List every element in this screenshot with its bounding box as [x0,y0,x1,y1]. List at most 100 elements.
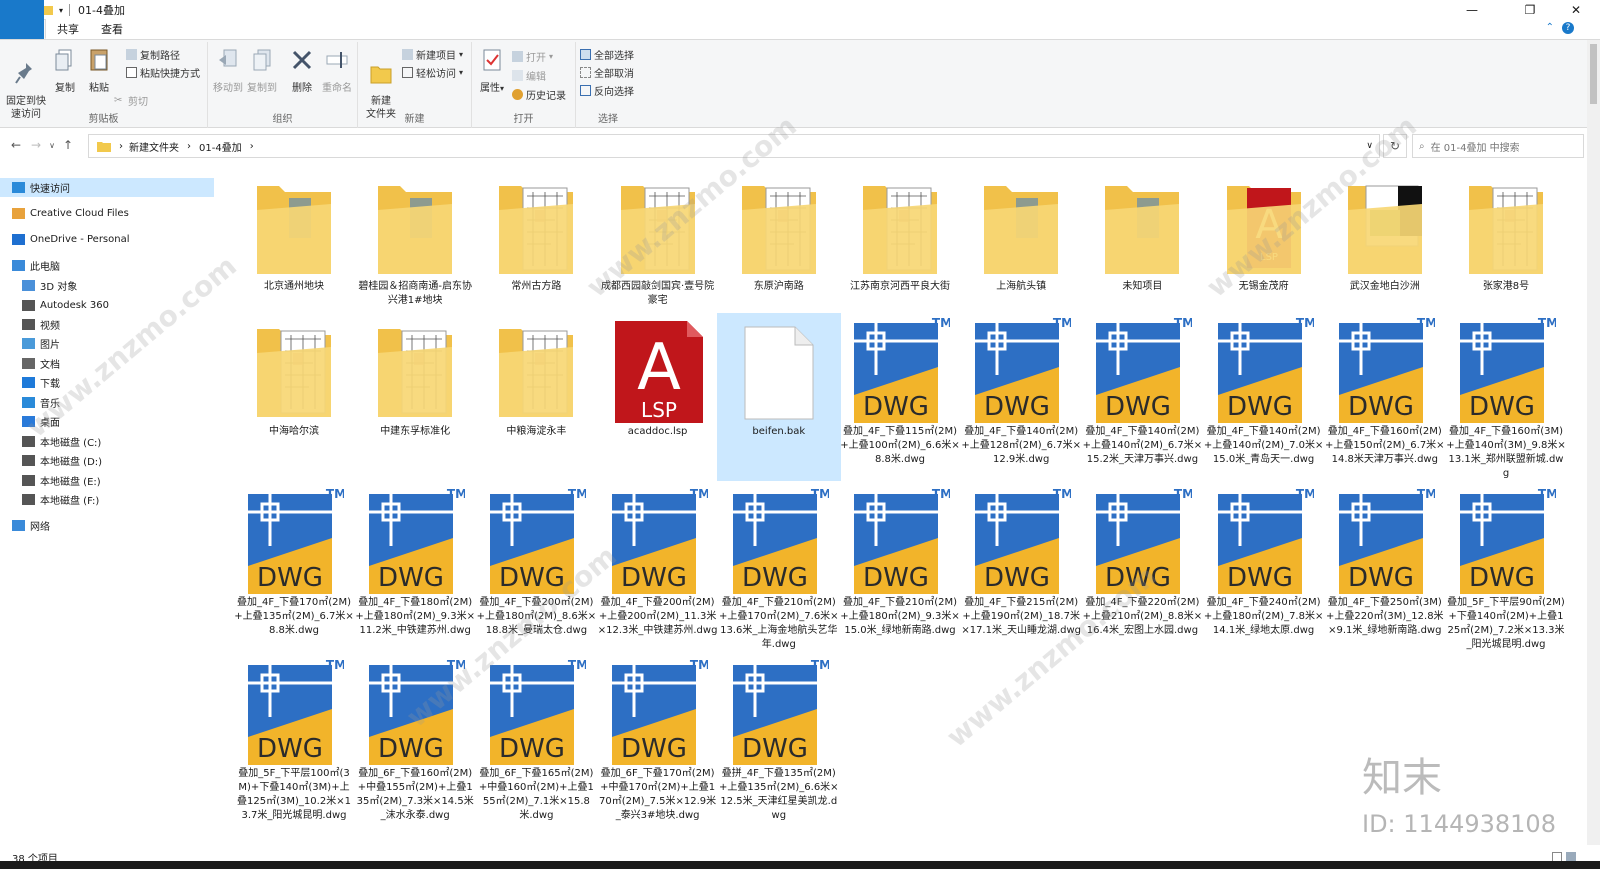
nav-item[interactable]: 本地磁盘 (C:) [0,432,214,451]
minimize-button[interactable]: — [1450,0,1494,20]
open-button[interactable]: 打开 ▾ [512,48,553,64]
nav-item[interactable]: 本地磁盘 (F:) [0,490,214,509]
folder-item[interactable]: 张家港8号 [1444,170,1568,310]
folder-item[interactable]: 成都西园敲剑国宾·壹号院豪宅 [596,170,720,310]
nav-item[interactable]: 快速访问 [0,178,214,197]
delete-button[interactable]: 删除 [286,46,318,95]
dwg-file-item[interactable]: DWG TM 叠加_4F_下叠220㎡(2M)+上叠210㎡(2M)_8.8米×16… [1080,484,1204,652]
nav-item[interactable]: 文档 [0,354,214,373]
nav-item[interactable]: 图片 [0,334,214,353]
chevron-down-icon[interactable]: ∨ [1366,141,1373,151]
pc-icon [12,260,25,271]
folder-item[interactable]: 碧桂园＆招商南通-启东协兴港1#地块 [353,170,477,310]
folder-item[interactable]: 中建东孚标准化 [353,313,477,481]
dwg-file-item[interactable]: DWG TM 叠拼_4F_下叠135㎡(2M)+上叠135㎡(2M)_6.6米×12… [717,655,841,823]
desktop-icon [22,416,35,427]
copy-to-button[interactable]: 复制到 [246,46,278,95]
close-button[interactable]: ✕ [1554,0,1598,20]
help-icon[interactable]: ? [1562,22,1574,34]
tab-view[interactable]: 查看 [90,20,134,39]
move-to-button[interactable]: 移动到 [212,46,244,95]
select-none-button[interactable]: 全部取消 [580,64,634,80]
nav-item[interactable]: 下载 [0,373,214,392]
search-input[interactable]: ⌕ 在 01-4叠加 中搜索 [1412,134,1584,158]
dwg-file-item[interactable]: DWG TM 叠加_4F_下叠200㎡(2M)+上叠200㎡(2M)_11.3米×1… [596,484,720,652]
rename-button[interactable]: 重命名 [320,46,354,95]
dwg-file-item[interactable]: DWG TM 叠加_4F_下叠250㎡(3M)+上叠220㎡(3M)_12.8米×9… [1323,484,1447,652]
folder-icon [251,323,337,427]
folder-item[interactable]: 北京通州地块 [232,170,356,310]
nav-item[interactable]: 网络 [0,516,214,535]
nav-item[interactable]: 3D 对象 [0,276,214,295]
dwg-file-item[interactable]: DWG TM 叠加_4F_下叠240㎡(2M)+上叠180㎡(2M)_7.8米×14… [1202,484,1326,652]
breadcrumb-item[interactable]: 新建文件夹 [129,139,179,154]
dwg-file-item[interactable]: DWG TM 叠加_4F_下叠140㎡(2M)+上叠128㎡(2M)_6.7米×12… [959,313,1083,481]
tab-file[interactable]: 文件 [0,0,44,39]
forward-arrow-icon[interactable]: → [26,138,46,152]
new-folder-icon[interactable] [43,4,53,16]
history-button[interactable]: 历史记录 [512,86,566,102]
nav-item[interactable]: Autodesk 360 [0,296,214,315]
paste-shortcut-button[interactable]: 粘贴快捷方式 [126,64,200,80]
nav-item[interactable]: 桌面 [0,412,214,431]
folder-item[interactable]: ALSP无锡金茂府 [1202,170,1326,310]
dwg-file-item[interactable]: DWG TM 叠加_6F_下叠165㎡(2M)+中叠160㎡(2M)+上叠155㎡(… [474,655,598,823]
file-item[interactable]: A LSP acaddoc.lsp [596,313,720,481]
dwg-file-item[interactable]: DWG TM 叠加_4F_下叠200㎡(2M)+上叠180㎡(2M)_8.6米×18… [474,484,598,652]
nav-item[interactable]: 视频 [0,315,214,334]
select-all-button[interactable]: 全部选择 [580,46,634,62]
folder-item[interactable]: 中海哈尔滨 [232,313,356,481]
dwg-file-item[interactable]: DWG TM 叠加_6F_下叠160㎡(2M)+中叠155㎡(2M)+上叠135㎡(… [353,655,477,823]
properties-button[interactable]: 属性▾ [476,46,508,95]
dwg-file-item[interactable]: DWG TM 叠加_4F_下叠210㎡(2M)+上叠180㎡(2M)_9.3米×15… [838,484,962,652]
back-arrow-icon[interactable]: ← [6,138,26,152]
folder-item[interactable]: 上海航头镇 [959,170,1083,310]
nav-item[interactable]: Creative Cloud Files [0,204,214,223]
copy-path-button[interactable]: 复制路径 [126,46,180,62]
nav-item[interactable]: 音乐 [0,393,214,412]
dwg-file-item[interactable]: DWG TM 叠加_4F_下叠210㎡(2M)+上叠170㎡(2M)_7.6米×13… [717,484,841,652]
dwg-file-item[interactable]: DWG TM 叠加_4F_下叠140㎡(2M)+上叠140㎡(2M)_7.0米×15… [1202,313,1326,481]
address-bar[interactable]: › 新建文件夹 › 01-4叠加 › ∨ [88,134,1380,158]
folder-item[interactable]: 东原沪南路 [717,170,841,310]
tab-share[interactable]: 共享 [46,20,90,39]
folder-icon [978,180,1064,284]
dwg-file-item[interactable]: DWG TM 叠加_4F_下叠170㎡(2M)+上叠135㎡(2M)_6.7米×8.… [232,484,356,652]
breadcrumb-item[interactable]: 01-4叠加 [199,139,242,154]
folder-item[interactable]: 中粮海淀永丰 [474,313,598,481]
easy-access-button[interactable]: 轻松访问 ▾ [402,64,463,80]
collapse-ribbon-icon[interactable]: ⌃ [1546,22,1554,33]
refresh-icon[interactable]: ↻ [1383,134,1407,158]
nav-item[interactable]: 此电脑 [0,256,214,275]
cut-button[interactable]: ✂ 剪切 [114,92,148,108]
dwg-file-item[interactable]: DWG TM 叠加_4F_下叠215㎡(2M)+上叠190㎡(2M)_18.7米×1… [959,484,1083,652]
dwg-file-item[interactable]: DWG TM 叠加_5F_下平层90㎡(2M)+下叠140㎡(2M)+上叠125㎡(… [1444,484,1568,652]
folder-item[interactable]: 常州古方路 [474,170,598,310]
file-item[interactable]: beifen.bak [716,313,841,481]
dwg-file-item[interactable]: DWG TM 叠加_4F_下叠140㎡(2M)+上叠140㎡(2M)_6.7米×15… [1080,313,1204,481]
folder-item[interactable]: 武汉金地白沙洲 [1323,170,1447,310]
up-arrow-icon[interactable]: ↑ [58,138,78,152]
nav-item[interactable]: OneDrive - Personal [0,230,214,249]
chevron-down-icon[interactable]: ▾ [59,6,63,15]
invert-selection-button[interactable]: 反向选择 [580,82,634,98]
recent-chevron-icon[interactable]: ∨ [46,141,58,150]
nav-item[interactable]: 本地磁盘 (D:) [0,451,214,470]
dwg-file-item[interactable]: DWG TM 叠加_4F_下叠180㎡(2M)+上叠180㎡(2M)_9.3米×11… [353,484,477,652]
vertical-scrollbar[interactable] [1587,40,1600,845]
edit-button[interactable]: 编辑 [512,67,546,83]
maximize-button[interactable]: ❐ [1508,0,1552,20]
nav-item[interactable]: 本地磁盘 (E:) [0,471,214,490]
dwg-file-item[interactable]: DWG TM 叠加_5F_下平层100㎡(3M)+下叠140㎡(3M)+上叠125㎡… [232,655,356,823]
dwg-file-item[interactable]: DWG TM 叠加_4F_下叠160㎡(2M)+上叠150㎡(2M)_6.7米×14… [1323,313,1447,481]
folder-item[interactable]: 江苏南京河西平良大街 [838,170,962,310]
paste-button[interactable]: 粘贴 [84,46,114,95]
dwg-file-item[interactable]: DWG TM 叠加_4F_下叠115㎡(2M)+上叠100㎡(2M)_6.6米×8.… [838,313,962,481]
folder-item[interactable]: 未知项目 [1080,170,1204,310]
scrollbar-thumb[interactable] [1590,44,1597,104]
new-item-button[interactable]: 新建项目 ▾ [402,46,463,62]
copy-button[interactable]: 复制 [50,46,80,95]
dwg-file-item[interactable]: DWG TM 叠加_4F_下叠160㎡(3M)+上叠140㎡(3M)_9.8米×13… [1444,313,1568,481]
dwg-file-item[interactable]: DWG TM 叠加_6F_下叠170㎡(2M)+中叠170㎡(2M)+上叠170㎡(… [596,655,720,823]
autodesk-icon [22,300,35,311]
